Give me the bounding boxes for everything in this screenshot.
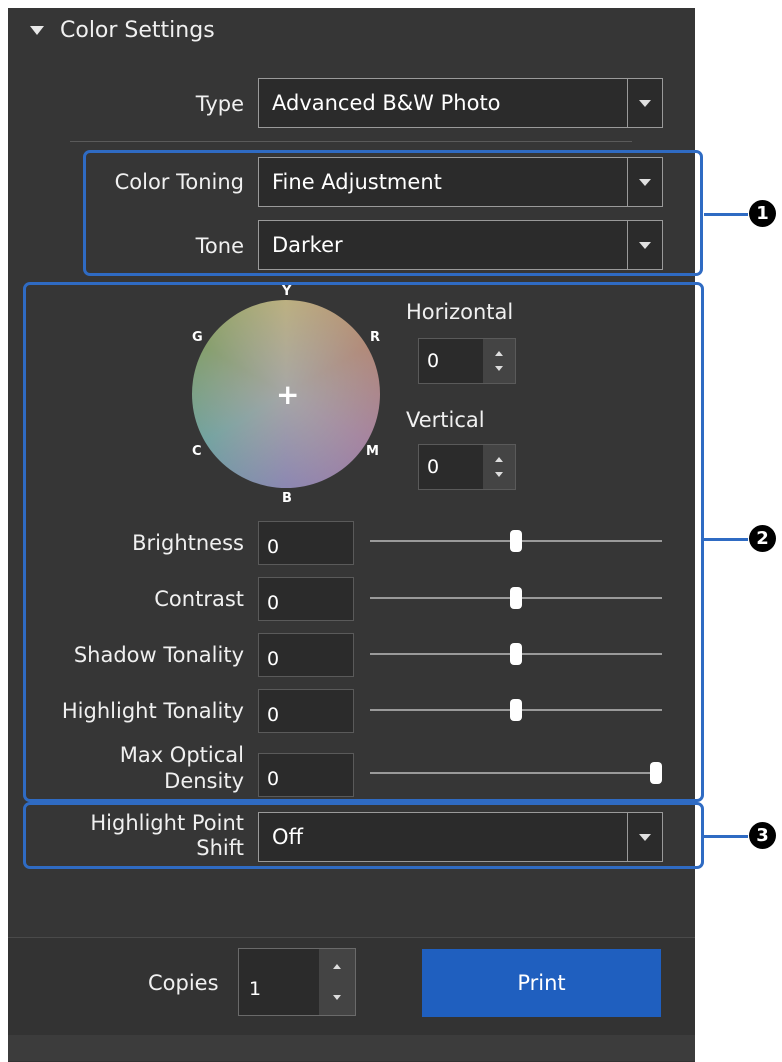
type-dropdown-arrow[interactable]: [627, 79, 662, 127]
type-select[interactable]: Advanced B&W Photo: [258, 78, 663, 128]
collapse-triangle-icon[interactable]: [30, 26, 44, 35]
copies-value: 1: [249, 978, 262, 1000]
copies-spinner[interactable]: 1: [238, 948, 356, 1016]
copies-stepper[interactable]: [319, 949, 355, 1015]
arrow-down-icon[interactable]: [333, 995, 341, 1000]
divider: [70, 141, 632, 142]
callout-box-1: [83, 150, 703, 276]
callout-number-1: 1: [749, 200, 776, 227]
callout-number-3: 3: [749, 822, 776, 849]
print-button[interactable]: Print: [422, 949, 661, 1017]
copies-label: Copies: [148, 971, 219, 995]
callout-box-3: [23, 802, 704, 869]
section-title: Color Settings: [60, 18, 215, 43]
section-header[interactable]: Color Settings: [30, 18, 215, 43]
type-value: Advanced B&W Photo: [272, 91, 501, 115]
arrow-up-icon[interactable]: [333, 964, 341, 969]
callout-line-2: [704, 538, 748, 541]
callout-line-3: [704, 835, 748, 838]
callout-box-2: [23, 282, 704, 802]
callout-number-2: 2: [749, 525, 776, 552]
chevron-down-icon: [639, 99, 651, 107]
footer-strip: [8, 1035, 695, 1061]
type-label: Type: [195, 92, 244, 116]
callout-line-1: [704, 213, 748, 216]
